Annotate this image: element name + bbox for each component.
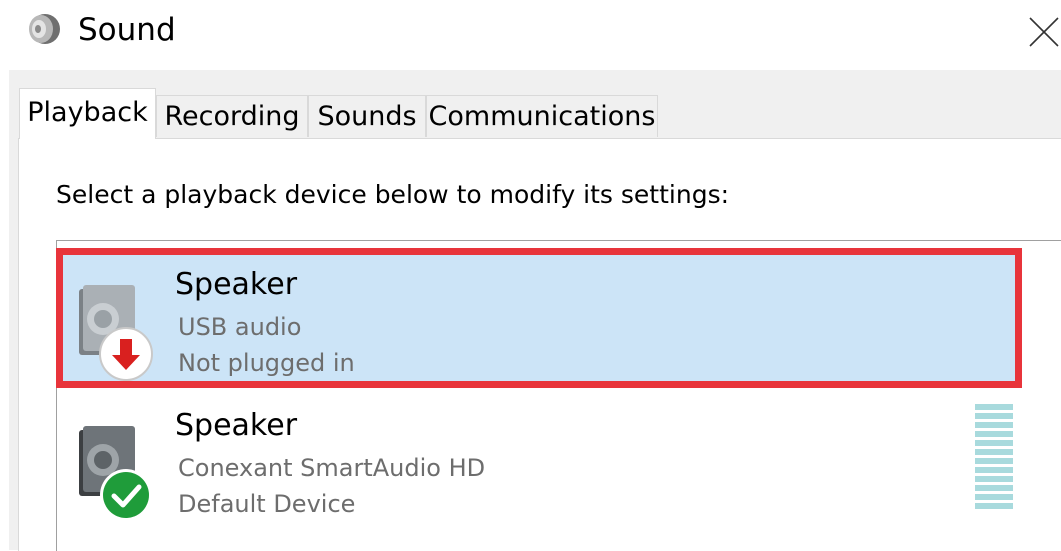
meter-bar <box>975 476 1013 482</box>
tab-playback[interactable]: Playback <box>19 88 156 139</box>
device-status: Default Device <box>178 490 356 518</box>
meter-bar <box>975 458 1013 464</box>
instructions-text: Select a playback device below to modify… <box>56 180 730 209</box>
meter-bar <box>975 503 1013 509</box>
tab-sounds[interactable]: Sounds <box>308 95 426 137</box>
meter-bar <box>975 413 1013 419</box>
meter-bar <box>975 449 1013 455</box>
window-title: Sound <box>78 12 176 48</box>
tab-recording[interactable]: Recording <box>156 95 308 137</box>
default-check-icon <box>100 469 152 521</box>
speaker-icon <box>29 14 60 44</box>
title-bar: Sound <box>0 0 1061 66</box>
volume-level-meter <box>975 404 1013 512</box>
meter-bar <box>975 440 1013 446</box>
device-name: Speaker <box>175 408 298 443</box>
device-description: Conexant SmartAudio HD <box>178 454 486 482</box>
meter-bar <box>975 467 1013 473</box>
highlight-outline <box>56 248 1022 388</box>
meter-bar <box>975 431 1013 437</box>
close-icon[interactable] <box>1024 8 1061 52</box>
meter-bar <box>975 494 1013 500</box>
meter-bar <box>975 404 1013 410</box>
device-item-conexant-speaker[interactable]: Speaker Conexant SmartAudio HD Default D… <box>57 396 1019 526</box>
meter-bar <box>975 422 1013 428</box>
meter-bar <box>975 485 1013 491</box>
tab-communications[interactable]: Communications <box>426 95 658 137</box>
